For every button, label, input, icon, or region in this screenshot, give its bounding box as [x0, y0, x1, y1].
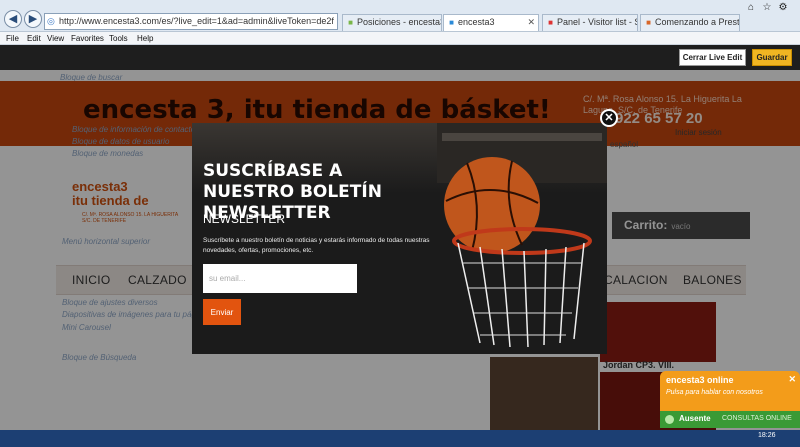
menu-help[interactable]: Help	[137, 33, 153, 44]
forward-button[interactable]: ▶	[24, 10, 42, 28]
email-input[interactable]	[203, 264, 357, 293]
chat-status: Ausente	[679, 414, 711, 423]
page-icon: ■	[548, 18, 553, 27]
modal-subtitle: NEWSLETTER	[203, 212, 286, 226]
close-icon[interactable]: ✕	[788, 374, 796, 385]
menu-view[interactable]: View	[47, 33, 64, 44]
close-tab-icon[interactable]: ✕	[527, 15, 535, 30]
chat-status-bar[interactable]: Ausente CONSULTAS ONLINE	[660, 411, 800, 428]
menu-tools[interactable]: Tools	[109, 33, 128, 44]
menu-file[interactable]: File	[6, 33, 19, 44]
tab-encesta3[interactable]: ■ encesta3 ✕	[443, 14, 539, 31]
chat-consult-label: CONSULTAS ONLINE	[722, 415, 792, 422]
back-button[interactable]: ◀	[4, 10, 22, 28]
close-live-edit-button[interactable]: Cerrar Live Edit	[679, 49, 746, 66]
menu-edit[interactable]: Edit	[27, 33, 41, 44]
tab-comenzando[interactable]: ■ Comenzando a Prestashop	[640, 14, 740, 31]
home-icon[interactable]: ⌂	[744, 2, 758, 14]
address-bar[interactable]: ◎ http://www.encesta3.com/es/?live_edit=…	[44, 13, 338, 30]
chat-title: encesta3 online	[666, 375, 734, 385]
star-icon[interactable]: ☆	[760, 2, 774, 14]
chat-widget[interactable]: encesta3 online Pulsa para hablar con no…	[660, 371, 800, 411]
page-icon: ■	[449, 18, 454, 27]
send-button[interactable]: Enviar	[203, 299, 241, 325]
modal-description: Suscríbete a nuestro boletín de noticias…	[203, 237, 430, 254]
os-taskbar	[0, 430, 800, 447]
tab-panel-visitor[interactable]: ■ Panel - Visitor list - State	[542, 14, 638, 31]
tab-posiciones[interactable]: ■ Posiciones - encesta3	[342, 14, 442, 31]
page-icon: ■	[646, 18, 651, 27]
address-text: http://www.encesta3.com/es/?live_edit=1&…	[59, 16, 334, 26]
gear-icon[interactable]: ⚙	[776, 2, 790, 14]
browser-menubar: File Edit View Favorites Tools Help	[0, 32, 800, 45]
save-button[interactable]: Guardar	[752, 49, 792, 66]
globe-icon: ◎	[47, 16, 55, 26]
basketball-hoop-image	[437, 123, 607, 348]
taskbar-clock: 18:26	[758, 432, 776, 439]
menu-favorites[interactable]: Favorites	[71, 33, 104, 44]
close-modal-icon[interactable]: ✕	[600, 109, 618, 127]
newsletter-modal: SUSCRÍBASE A NUESTRO BOLETÍN NEWSLETTER …	[192, 123, 607, 354]
status-icon	[665, 415, 674, 424]
chat-subtitle: Pulsa para hablar con nosotros	[666, 389, 763, 396]
page-icon: ■	[348, 18, 353, 27]
